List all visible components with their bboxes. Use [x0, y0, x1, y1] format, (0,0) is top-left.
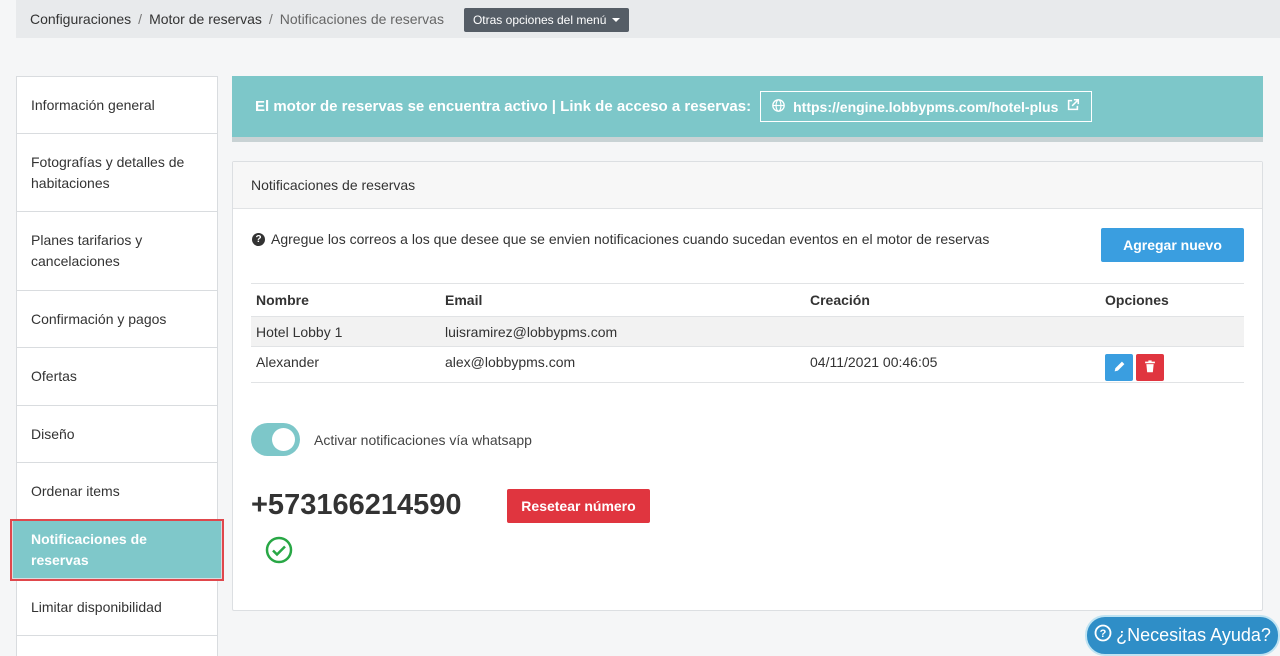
cell-opciones — [1105, 354, 1244, 381]
caret-down-icon — [612, 18, 621, 22]
whatsapp-phone-number: +573166214590 — [251, 489, 462, 521]
sidebar-item-label: Ordenar items — [31, 483, 120, 499]
sidebar-item-diseno[interactable]: Diseño — [16, 406, 218, 463]
cell-creacion: 04/11/2021 00:46:05 — [810, 354, 938, 370]
pencil-icon — [1113, 360, 1126, 376]
cell-email: luisramirez@lobbypms.com — [445, 323, 618, 340]
sidebar-item-label: Diseño — [31, 425, 75, 442]
info-text: Agregue los correos a los que desee que … — [271, 231, 990, 247]
sidebar-item-label: Información general — [31, 96, 155, 113]
cell-nombre: Alexander — [256, 354, 320, 370]
info-message: ? Agregue los correos a los que desee qu… — [252, 231, 989, 247]
sidebar-item-limitar-disponibilidad[interactable]: Limitar disponibilidad — [16, 579, 218, 636]
svg-text:?: ? — [1100, 628, 1107, 640]
column-header-creacion: Creación — [810, 292, 870, 308]
sidebar-item-informacion-general[interactable]: Información general — [16, 76, 218, 134]
sidebar-item-ordenar-items[interactable]: Ordenar items — [16, 463, 218, 521]
sidebar-item-fotografias[interactable]: Fotografías y detalles de habitaciones — [16, 134, 218, 212]
notifications-panel: Notificaciones de reservas ? Agregue los… — [232, 161, 1263, 611]
table-header-row: Nombre Email Creación Opciones — [251, 284, 1244, 316]
sidebar-item-label: Limitar disponibilidad — [31, 598, 162, 615]
breadcrumb-separator: / — [138, 11, 143, 27]
booking-engine-url: https://engine.lobbypms.com/hotel-plus — [793, 98, 1059, 115]
breadcrumb-item-configuraciones[interactable]: Configuraciones — [30, 11, 131, 27]
sidebar-item-more[interactable] — [16, 636, 218, 656]
other-menu-options-button[interactable]: Otras opciones del menú — [463, 8, 630, 32]
sidebar-item-notificaciones-de-reservas[interactable]: Notificaciones de reservas — [10, 519, 224, 581]
external-link-icon — [1066, 98, 1080, 115]
breadcrumb-item-motor-de-reservas[interactable]: Motor de reservas — [149, 11, 262, 27]
question-circle-icon: ? — [252, 232, 265, 246]
edit-button[interactable] — [1105, 354, 1133, 381]
breadcrumb-item-current: Notificaciones de reservas — [279, 11, 444, 27]
sidebar-item-label: Confirmación y pagos — [31, 310, 167, 327]
column-header-email: Email — [445, 292, 483, 308]
table-row: Alexander alex@lobbypms.com 04/11/2021 0… — [251, 347, 1244, 383]
sidebar-item-label: Fotografías y detalles de habitaciones — [31, 153, 185, 191]
sidebar-item-label: Ofertas — [31, 368, 77, 384]
question-circle-icon: ? — [1094, 624, 1112, 647]
trash-icon — [1144, 359, 1156, 376]
help-button-label: ¿Necesitas Ayuda? — [1116, 625, 1271, 645]
breadcrumb: Configuraciones / Motor de reservas / No… — [16, 0, 1280, 38]
sidebar-item-confirmacion-pagos[interactable]: Confirmación y pagos — [16, 291, 218, 348]
delete-button[interactable] — [1136, 354, 1164, 381]
breadcrumb-separator: / — [268, 11, 273, 27]
cell-nombre: Hotel Lobby 1 — [256, 323, 343, 340]
other-menu-options-label: Otras opciones del menú — [472, 13, 607, 27]
notifications-table: Nombre Email Creación Opciones Hotel Lob… — [251, 283, 1244, 383]
globe-icon — [772, 98, 785, 115]
whatsapp-toggle-row: Activar notificaciones vía whatsapp — [251, 423, 532, 456]
engine-status-banner: El motor de reservas se encuentra activo… — [232, 76, 1263, 142]
sidebar-item-label: Notificaciones de reservas — [31, 530, 147, 568]
sidebar-item-ofertas[interactable]: Ofertas — [16, 348, 218, 406]
whatsapp-toggle[interactable] — [251, 423, 300, 456]
panel-header: Notificaciones de reservas — [233, 162, 1262, 209]
add-new-button[interactable]: Agregar nuevo — [1101, 228, 1244, 262]
table-row: Hotel Lobby 1 luisramirez@lobbypms.com — [251, 316, 1244, 347]
sidebar: Información general Fotografías y detall… — [10, 76, 224, 656]
help-button[interactable]: ? ¿Necesitas Ayuda? — [1085, 615, 1280, 656]
check-circle-icon — [265, 536, 293, 567]
whatsapp-toggle-label: Activar notificaciones vía whatsapp — [314, 431, 532, 448]
panel-title: Notificaciones de reservas — [251, 177, 416, 193]
engine-status-text: El motor de reservas se encuentra activo… — [255, 98, 752, 115]
column-header-nombre: Nombre — [256, 292, 309, 308]
sidebar-item-planes-tarifarios[interactable]: Planes tarifarios y cancelaciones — [16, 212, 218, 291]
booking-engine-link[interactable]: https://engine.lobbypms.com/hotel-plus — [760, 91, 1093, 122]
reset-number-button[interactable]: Resetear número — [507, 489, 650, 523]
sidebar-item-label: Planes tarifarios y cancelaciones — [31, 232, 143, 269]
cell-email: alex@lobbypms.com — [445, 354, 576, 370]
column-header-opciones: Opciones — [1105, 292, 1169, 308]
toggle-knob — [272, 428, 295, 451]
